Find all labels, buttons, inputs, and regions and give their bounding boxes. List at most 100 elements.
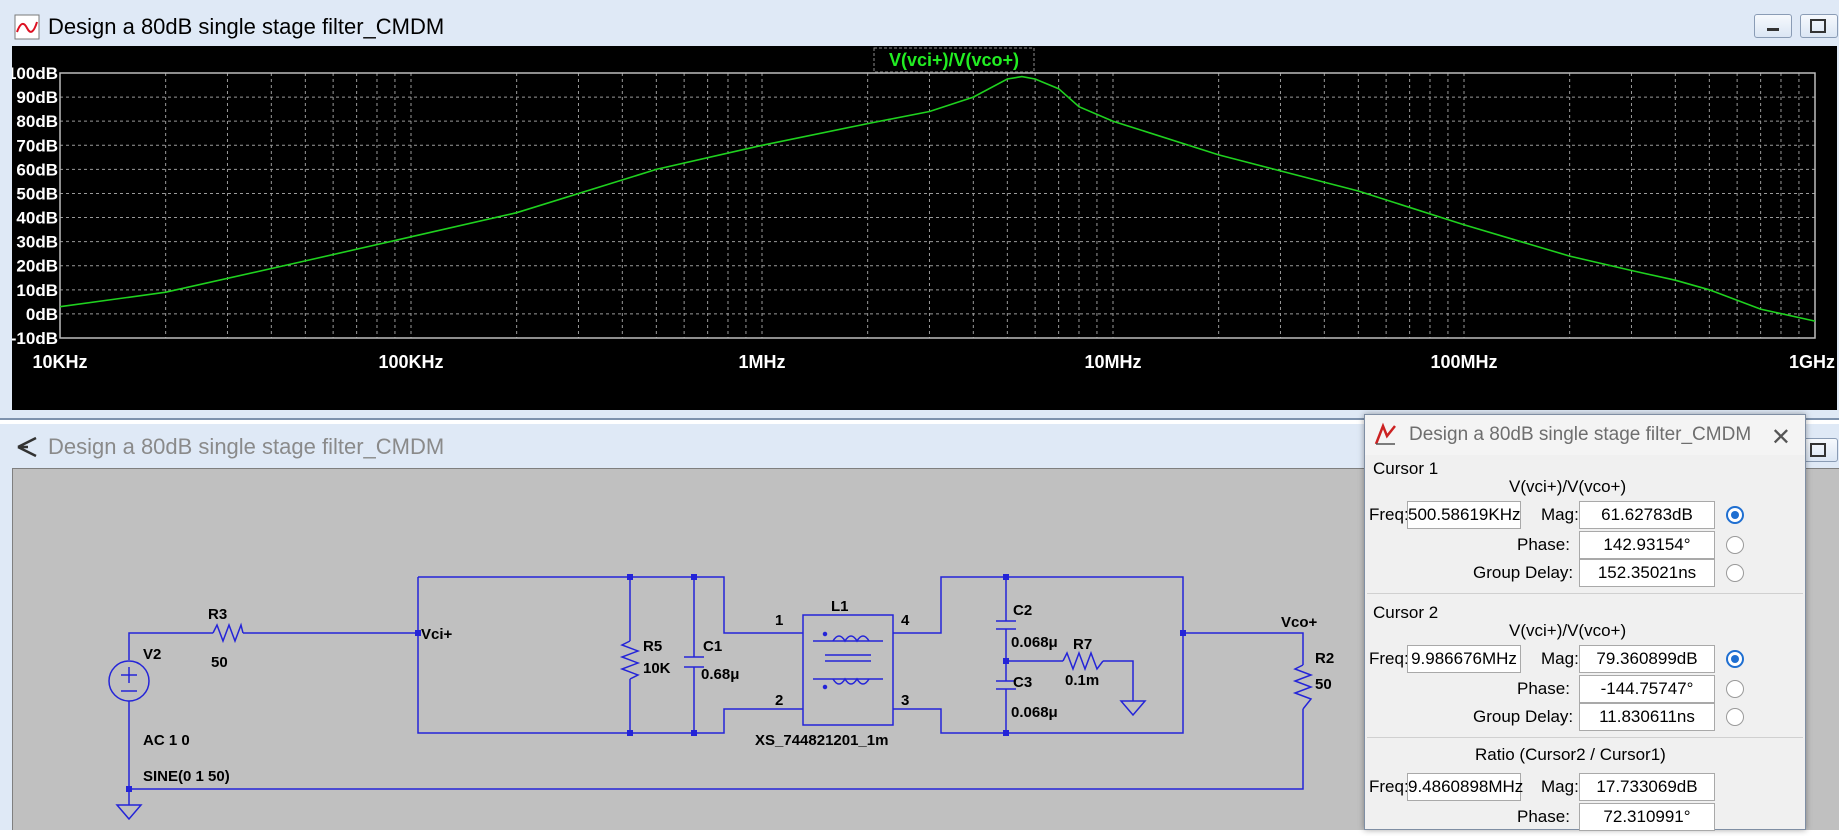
transformer-l1-symbol[interactable] — [802, 614, 894, 726]
cursor2-gd-field[interactable]: 11.830611ns — [1579, 703, 1715, 731]
minimize-icon — [1767, 28, 1779, 31]
grid-lines — [59, 72, 1815, 339]
v2-sine-label: SINE(0 1 50) — [143, 768, 230, 785]
y-tick-label: 100dB — [12, 64, 58, 83]
cursor2-gd-label: Group Delay: — [1473, 707, 1574, 726]
cursor1-mag-label: Mag: — [1541, 505, 1579, 524]
restore-icon — [1810, 443, 1826, 457]
r2-label: R2 — [1315, 650, 1334, 667]
x-tick-label: 1GHz — [1789, 352, 1835, 372]
x-tick-label: 100KHz — [378, 352, 443, 372]
pin2-label: 2 — [775, 692, 783, 709]
resistor-symbols[interactable] — [212, 622, 1314, 710]
schematic-app-icon — [17, 436, 37, 458]
cursor2-phase-label: Phase: — [1517, 679, 1570, 698]
waveform-app-icon — [14, 14, 40, 40]
plot-window-title: Design a 80dB single stage filter_CMDM — [48, 14, 445, 39]
cursor2-freq-field[interactable]: 9.986676MHz — [1407, 645, 1521, 673]
vci-net-label: Vci+ — [421, 626, 453, 643]
x-tick-label: 10KHz — [32, 352, 87, 372]
cursor1-trace: V(vci+)/V(vco+) — [1509, 477, 1627, 496]
c3-label: C3 — [1013, 674, 1032, 691]
c1-label: C1 — [703, 638, 722, 655]
cursor2-phase-radio[interactable] — [1726, 680, 1744, 698]
r7-value: 0.1m — [1065, 672, 1099, 689]
cursor-titlebar[interactable]: Design a 80dB single stage filter_CMDM ✕ — [1365, 415, 1805, 455]
restore-button[interactable] — [1800, 14, 1838, 38]
y-tick-label: 50dB — [16, 184, 58, 203]
bode-plot[interactable]: 100dB 90dB 80dB 70dB 60dB 50dB 40dB 30dB 20dB 10d… — [7, 46, 1837, 410]
x-tick-label: 1MHz — [738, 352, 785, 372]
y-tick-label: -10dB — [12, 329, 58, 348]
r5-label: R5 — [643, 638, 662, 655]
pin4-label: 4 — [901, 612, 910, 629]
y-tick-label: 10dB — [16, 281, 58, 300]
cursor2-phase-field[interactable]: -144.75747° — [1579, 675, 1715, 703]
cursor2-gd-radio[interactable] — [1726, 708, 1744, 726]
y-tick-label: 80dB — [16, 112, 58, 131]
restore-icon — [1810, 19, 1826, 33]
plot-window: Design a 80dB single stage filter_CMDM 1… — [0, 0, 1839, 420]
minimize-button[interactable] — [1754, 14, 1792, 38]
c3-value: 0.068μ — [1011, 704, 1058, 721]
ground-symbols — [115, 700, 1147, 821]
cursor2-trace: V(vci+)/V(vco+) — [1509, 621, 1627, 640]
cursor2-mag-field[interactable]: 79.360899dB — [1579, 645, 1715, 673]
trace-line — [59, 75, 1816, 322]
y-axis-ticks: 100dB 90dB 80dB 70dB 60dB 50dB 40dB 30dB 20dB 10d… — [7, 64, 58, 348]
cursor1-phase-label: Phase: — [1517, 535, 1570, 554]
ratio-phase-field[interactable]: 72.310991° — [1579, 803, 1715, 831]
plot-titlebar[interactable]: Design a 80dB single stage filter_CMDM — [0, 4, 1839, 50]
cursor1-mag-field[interactable]: 61.62783dB — [1579, 501, 1715, 529]
separator — [1367, 737, 1803, 738]
c2-value: 0.068μ — [1011, 634, 1058, 651]
trace-label[interactable]: V(vci+)/V(vco+) — [889, 50, 1019, 70]
cursor2-freq-label: Freq: — [1369, 649, 1409, 668]
ratio-freq-field[interactable]: 9.4860898MHz — [1407, 773, 1523, 801]
plot-pane[interactable]: 100dB 90dB 80dB 70dB 60dB 50dB 40dB 30dB 20dB 10d… — [7, 46, 1837, 410]
r3-value: 50 — [211, 654, 228, 671]
ratio-mag-label: Mag: — [1541, 777, 1579, 796]
c1-value: 0.68μ — [701, 666, 739, 683]
cursor1-phase-field[interactable]: 142.93154° — [1579, 531, 1715, 559]
y-tick-label: 30dB — [16, 233, 58, 252]
plot-frame — [59, 72, 1816, 339]
y-tick-label: 70dB — [16, 136, 58, 155]
v2-source-symbol[interactable] — [108, 660, 150, 702]
xs-subcircuit-label: XS_744821201_1m — [755, 732, 888, 749]
y-tick-label: 90dB — [16, 88, 58, 107]
close-icon[interactable]: ✕ — [1771, 423, 1791, 452]
y-tick-label: 60dB — [16, 160, 58, 179]
v2-label: V2 — [143, 646, 161, 663]
cursor-readout-window: Design a 80dB single stage filter_CMDM ✕… — [1364, 414, 1806, 831]
ratio-freq-label: Freq: — [1369, 777, 1409, 796]
ratio-phase-label: Phase: — [1517, 807, 1570, 826]
cursor2-heading: Cursor 2 — [1373, 603, 1439, 622]
r5-value: 10K — [643, 660, 671, 677]
vco-net-label: Vco+ — [1281, 614, 1318, 631]
x-axis-ticks: 10KHz 100KHz 1MHz 10MHz 100MHz 1GHz — [32, 352, 1835, 372]
cursor1-gd-field[interactable]: 152.35021ns — [1579, 559, 1715, 587]
c2-label: C2 — [1013, 602, 1032, 619]
cursor-window-title: Design a 80dB single stage filter_CMDM — [1409, 424, 1752, 445]
v2-ac-label: AC 1 0 — [143, 732, 190, 749]
ratio-mag-field[interactable]: 17.733069dB — [1579, 773, 1715, 801]
pin1-label: 1 — [775, 612, 783, 629]
wires — [128, 576, 1304, 790]
cursor2-mag-radio[interactable] — [1726, 650, 1744, 668]
cursor1-phase-radio[interactable] — [1726, 536, 1744, 554]
x-tick-label: 100MHz — [1430, 352, 1497, 372]
ltspice-logo-icon — [1374, 422, 1396, 445]
ratio-heading: Ratio (Cursor2 / Cursor1) — [1475, 745, 1666, 764]
y-tick-label: 40dB — [16, 209, 58, 228]
cursor1-freq-field[interactable]: 500.58619KHz — [1407, 501, 1521, 529]
separator — [1367, 593, 1803, 594]
y-tick-label: 0dB — [26, 305, 58, 324]
r3-label: R3 — [208, 606, 227, 623]
cursor2-mag-label: Mag: — [1541, 649, 1579, 668]
cursor1-mag-radio[interactable] — [1726, 506, 1744, 524]
r7-label: R7 — [1073, 636, 1092, 653]
cursor1-gd-radio[interactable] — [1726, 564, 1744, 582]
pin3-label: 3 — [901, 692, 909, 709]
cursor1-gd-label: Group Delay: — [1473, 563, 1574, 582]
